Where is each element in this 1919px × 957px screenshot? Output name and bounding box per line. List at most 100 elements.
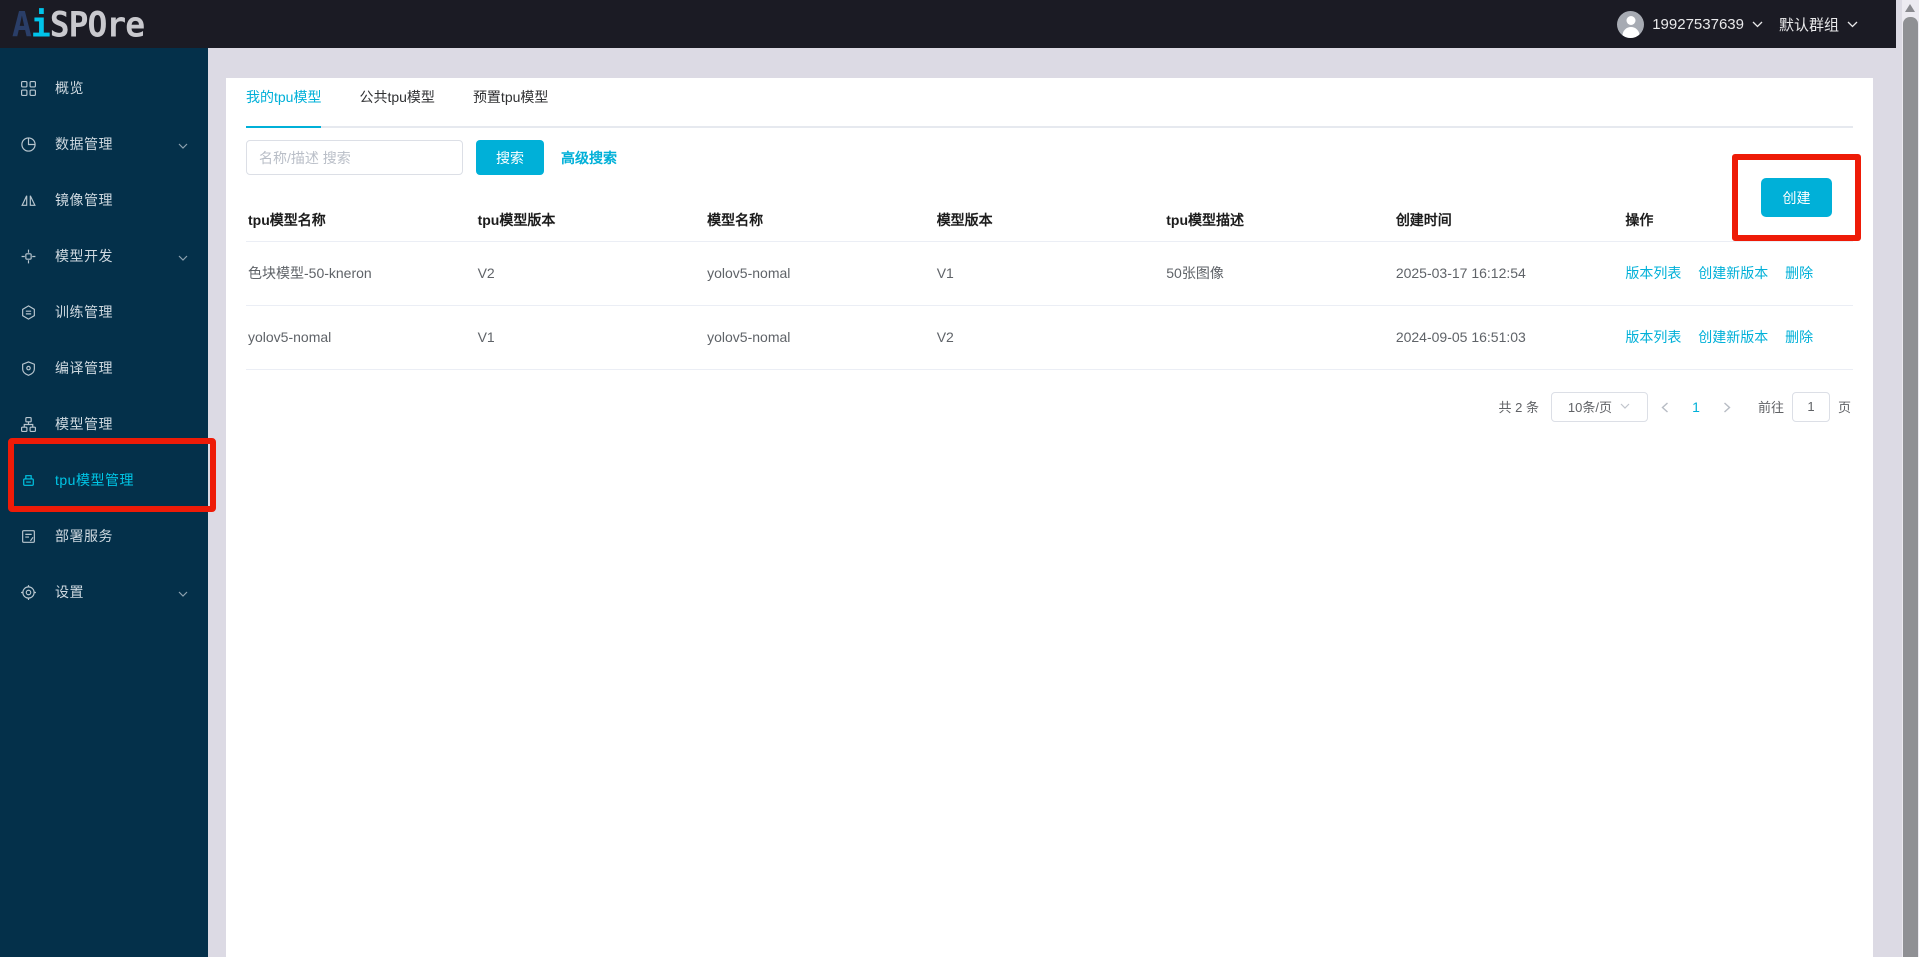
pagination-total: 共 2 条 xyxy=(1498,400,1539,415)
user-phone[interactable]: 19927537639 xyxy=(1652,16,1744,33)
tab-my-tpu-models[interactable]: 我的tpu模型 xyxy=(246,78,322,128)
table-row: yolov5-nomal V1 yolov5-nomal V2 2024-09-… xyxy=(246,305,1853,370)
sidebar-item-model-development[interactable]: 模型开发 xyxy=(0,228,208,284)
top-header: AiSPOre 19927537639 默认群组 xyxy=(0,0,1896,48)
delete-link[interactable]: 删除 xyxy=(1785,265,1813,281)
table-header-row: tpu模型名称 tpu模型版本 模型名称 模型版本 tpu模型描述 创建时间 操… xyxy=(246,199,1853,242)
training-icon xyxy=(20,304,37,321)
sidebar-item-label: 模型管理 xyxy=(55,416,113,432)
model-dev-icon xyxy=(20,248,37,265)
tab-preset-tpu-models[interactable]: 预置tpu模型 xyxy=(473,78,548,126)
create-new-version-link[interactable]: 创建新版本 xyxy=(1698,329,1768,345)
sidebar-item-label: 数据管理 xyxy=(55,136,113,152)
pie-chart-icon xyxy=(20,136,37,153)
column-header-tpu-model-name: tpu模型名称 xyxy=(246,199,476,242)
group-chevron-down-icon[interactable] xyxy=(1847,21,1858,28)
cell-tpu-model-version: V2 xyxy=(475,241,706,306)
sidebar-item-compile-management[interactable]: 编译管理 xyxy=(0,340,208,396)
scrollbar-thumb[interactable] xyxy=(1903,17,1918,957)
pagination: 共 2 条 10条/页 1 前往 页 xyxy=(246,391,1851,422)
column-header-description: tpu模型描述 xyxy=(1164,199,1394,242)
cell-tpu-model-name: 色块模型-50-kneron xyxy=(246,241,476,306)
cell-tpu-model-name: yolov5-nomal xyxy=(246,305,476,370)
grid-icon xyxy=(20,80,37,97)
search-toolbar: 搜索 高级搜索 xyxy=(246,140,1853,175)
sidebar-item-overview[interactable]: 概览 xyxy=(0,60,208,116)
cell-description xyxy=(1164,305,1394,370)
sidebar-item-image-management[interactable]: 镜像管理 xyxy=(0,172,208,228)
group-selector[interactable]: 默认群组 xyxy=(1779,14,1839,35)
search-button[interactable]: 搜索 xyxy=(476,140,544,175)
delete-link[interactable]: 删除 xyxy=(1785,329,1813,345)
sidebar-item-tpu-model-management[interactable]: tpu模型管理 xyxy=(0,452,208,508)
column-header-tpu-model-version: tpu模型版本 xyxy=(475,199,706,242)
version-list-link[interactable]: 版本列表 xyxy=(1625,329,1681,345)
content-card: 我的tpu模型 公共tpu模型 预置tpu模型 搜索 高级搜索 创建 tpu模型… xyxy=(226,78,1873,957)
advanced-search-link[interactable]: 高级搜索 xyxy=(561,148,617,168)
cell-created-at: 2025-03-17 16:12:54 xyxy=(1393,241,1624,306)
cell-model-version: V2 xyxy=(934,305,1165,370)
sidebar-item-label: 编译管理 xyxy=(55,360,113,376)
sidebar: 概览 数据管理 镜像管理 模型开发 训练管理 编译管理 模型管理 tpu模型管理… xyxy=(0,48,208,957)
sidebar-item-label: 模型开发 xyxy=(55,248,113,264)
chevron-down-icon xyxy=(178,136,188,152)
current-page-number[interactable]: 1 xyxy=(1682,399,1710,415)
table-row: 色块模型-50-kneron V2 yolov5-nomal V1 50张图像 … xyxy=(246,241,1853,306)
sidebar-item-training-management[interactable]: 训练管理 xyxy=(0,284,208,340)
cell-actions: 版本列表 创建新版本 删除 xyxy=(1623,305,1853,370)
logo-letter-a: A xyxy=(12,3,32,45)
deploy-icon xyxy=(20,528,37,545)
sidebar-item-model-management[interactable]: 模型管理 xyxy=(0,396,208,452)
logo-letter-i: i xyxy=(30,3,51,45)
scrollbar-up-arrow[interactable] xyxy=(1905,4,1915,12)
main-area: 我的tpu模型 公共tpu模型 预置tpu模型 搜索 高级搜索 创建 tpu模型… xyxy=(208,48,1896,957)
goto-page-input[interactable] xyxy=(1791,391,1830,422)
model-manage-icon xyxy=(20,416,37,433)
page-size-value: 10条/页 xyxy=(1567,400,1612,415)
tab-bar: 我的tpu模型 公共tpu模型 预置tpu模型 xyxy=(246,78,1853,128)
sidebar-item-deploy-services[interactable]: 部署服务 xyxy=(0,508,208,564)
prev-page-arrow[interactable] xyxy=(1648,399,1682,414)
logo-rest: SPOre xyxy=(49,3,145,45)
page-size-select[interactable]: 10条/页 xyxy=(1550,391,1648,422)
tpu-models-table: tpu模型名称 tpu模型版本 模型名称 模型版本 tpu模型描述 创建时间 操… xyxy=(246,199,1853,370)
page-unit-label: 页 xyxy=(1837,400,1851,415)
search-input[interactable] xyxy=(246,140,463,175)
sidebar-item-label: tpu模型管理 xyxy=(55,472,134,488)
cell-actions: 版本列表 创建新版本 删除 xyxy=(1623,241,1853,306)
next-page-arrow[interactable] xyxy=(1710,399,1744,414)
create-button[interactable]: 创建 xyxy=(1761,178,1832,217)
cell-tpu-model-version: V1 xyxy=(475,305,706,370)
cell-description: 50张图像 xyxy=(1164,241,1394,306)
cell-model-version: V1 xyxy=(934,241,1165,306)
vertical-scrollbar[interactable] xyxy=(1902,0,1919,957)
annotation-box-create: 创建 xyxy=(1732,154,1861,241)
app-logo: AiSPOre xyxy=(12,3,145,45)
cell-model-name: yolov5-nomal xyxy=(705,241,935,306)
sidebar-item-label: 训练管理 xyxy=(55,304,113,320)
sidebar-item-data-management[interactable]: 数据管理 xyxy=(0,116,208,172)
user-avatar[interactable] xyxy=(1617,10,1645,38)
gear-icon xyxy=(20,584,37,601)
sidebar-item-settings[interactable]: 设置 xyxy=(0,564,208,620)
chevron-down-icon xyxy=(178,584,188,600)
version-list-link[interactable]: 版本列表 xyxy=(1625,265,1681,281)
goto-label: 前往 xyxy=(1757,400,1784,415)
column-header-model-version: 模型版本 xyxy=(934,199,1165,242)
mirror-icon xyxy=(20,192,37,209)
compile-icon xyxy=(20,360,37,377)
tpu-chip-icon xyxy=(20,472,37,489)
chevron-down-icon xyxy=(178,248,188,264)
sidebar-item-label: 概览 xyxy=(55,80,84,96)
sidebar-item-label: 设置 xyxy=(55,584,84,600)
select-chevron-down-icon xyxy=(1620,403,1631,410)
column-header-model-name: 模型名称 xyxy=(705,199,935,242)
cell-model-name: yolov5-nomal xyxy=(705,305,935,370)
column-header-created-at: 创建时间 xyxy=(1393,199,1624,242)
user-chevron-down-icon[interactable] xyxy=(1752,21,1763,28)
tab-public-tpu-models[interactable]: 公共tpu模型 xyxy=(359,78,434,126)
sidebar-item-label: 部署服务 xyxy=(55,528,113,544)
sidebar-item-label: 镜像管理 xyxy=(55,192,113,208)
create-new-version-link[interactable]: 创建新版本 xyxy=(1698,265,1768,281)
cell-created-at: 2024-09-05 16:51:03 xyxy=(1393,305,1624,370)
